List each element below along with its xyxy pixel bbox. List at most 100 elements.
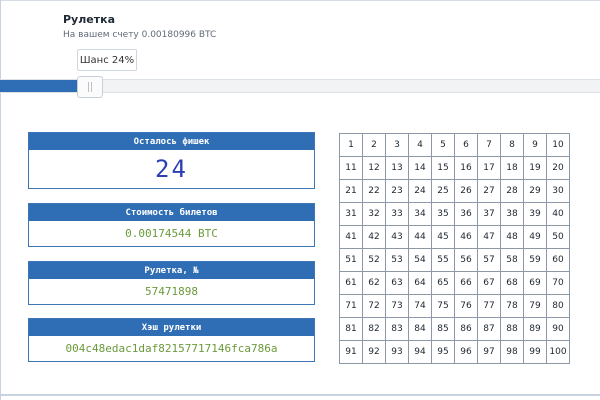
number-cell[interactable]: 4 bbox=[409, 134, 432, 157]
number-cell[interactable]: 98 bbox=[501, 341, 524, 364]
number-cell[interactable]: 79 bbox=[524, 295, 547, 318]
number-cell[interactable]: 26 bbox=[455, 180, 478, 203]
number-cell[interactable]: 73 bbox=[386, 295, 409, 318]
number-cell[interactable]: 96 bbox=[455, 341, 478, 364]
number-cell[interactable]: 33 bbox=[386, 203, 409, 226]
number-cell[interactable]: 25 bbox=[432, 180, 455, 203]
number-cell[interactable]: 5 bbox=[432, 134, 455, 157]
number-cell[interactable]: 10 bbox=[547, 134, 570, 157]
number-cell[interactable]: 95 bbox=[432, 341, 455, 364]
number-cell[interactable]: 59 bbox=[524, 249, 547, 272]
number-cell[interactable]: 62 bbox=[363, 272, 386, 295]
number-cell[interactable]: 64 bbox=[409, 272, 432, 295]
number-cell[interactable]: 49 bbox=[524, 226, 547, 249]
number-cell[interactable]: 68 bbox=[501, 272, 524, 295]
number-cell[interactable]: 51 bbox=[340, 249, 363, 272]
number-cell[interactable]: 100 bbox=[547, 341, 570, 364]
number-cell[interactable]: 13 bbox=[386, 157, 409, 180]
number-cell[interactable]: 9 bbox=[524, 134, 547, 157]
number-cell[interactable]: 45 bbox=[432, 226, 455, 249]
number-cell[interactable]: 86 bbox=[455, 318, 478, 341]
number-cell[interactable]: 92 bbox=[363, 341, 386, 364]
number-cell[interactable]: 67 bbox=[478, 272, 501, 295]
number-cell[interactable]: 91 bbox=[340, 341, 363, 364]
number-cell[interactable]: 65 bbox=[432, 272, 455, 295]
number-cell[interactable]: 93 bbox=[386, 341, 409, 364]
number-cell[interactable]: 23 bbox=[386, 180, 409, 203]
number-cell[interactable]: 17 bbox=[478, 157, 501, 180]
number-cell[interactable]: 97 bbox=[478, 341, 501, 364]
number-cell[interactable]: 34 bbox=[409, 203, 432, 226]
number-cell[interactable]: 12 bbox=[363, 157, 386, 180]
number-cell[interactable]: 90 bbox=[547, 318, 570, 341]
number-cell[interactable]: 54 bbox=[409, 249, 432, 272]
number-cell[interactable]: 32 bbox=[363, 203, 386, 226]
number-cell[interactable]: 94 bbox=[409, 341, 432, 364]
number-cell[interactable]: 50 bbox=[547, 226, 570, 249]
number-cell[interactable]: 57 bbox=[478, 249, 501, 272]
chance-slider-handle[interactable] bbox=[77, 76, 103, 98]
number-cell[interactable]: 35 bbox=[432, 203, 455, 226]
number-cell[interactable]: 42 bbox=[363, 226, 386, 249]
number-cell[interactable]: 77 bbox=[478, 295, 501, 318]
number-cell[interactable]: 85 bbox=[432, 318, 455, 341]
number-cell[interactable]: 74 bbox=[409, 295, 432, 318]
number-cell[interactable]: 11 bbox=[340, 157, 363, 180]
number-cell[interactable]: 61 bbox=[340, 272, 363, 295]
number-cell[interactable]: 20 bbox=[547, 157, 570, 180]
number-cell[interactable]: 81 bbox=[340, 318, 363, 341]
number-cell[interactable]: 63 bbox=[386, 272, 409, 295]
number-cell[interactable]: 27 bbox=[478, 180, 501, 203]
number-cell[interactable]: 47 bbox=[478, 226, 501, 249]
number-cell[interactable]: 70 bbox=[547, 272, 570, 295]
number-cell[interactable]: 66 bbox=[455, 272, 478, 295]
number-cell[interactable]: 80 bbox=[547, 295, 570, 318]
number-cell[interactable]: 3 bbox=[386, 134, 409, 157]
number-cell[interactable]: 1 bbox=[340, 134, 363, 157]
number-cell[interactable]: 16 bbox=[455, 157, 478, 180]
number-cell[interactable]: 7 bbox=[478, 134, 501, 157]
number-cell[interactable]: 39 bbox=[524, 203, 547, 226]
number-cell[interactable]: 14 bbox=[409, 157, 432, 180]
number-cell[interactable]: 15 bbox=[432, 157, 455, 180]
number-cell[interactable]: 58 bbox=[501, 249, 524, 272]
number-cell[interactable]: 72 bbox=[363, 295, 386, 318]
number-cell[interactable]: 71 bbox=[340, 295, 363, 318]
number-cell[interactable]: 56 bbox=[455, 249, 478, 272]
number-cell[interactable]: 36 bbox=[455, 203, 478, 226]
number-cell[interactable]: 60 bbox=[547, 249, 570, 272]
number-cell[interactable]: 6 bbox=[455, 134, 478, 157]
number-cell[interactable]: 40 bbox=[547, 203, 570, 226]
number-cell[interactable]: 2 bbox=[363, 134, 386, 157]
number-cell[interactable]: 99 bbox=[524, 341, 547, 364]
number-cell[interactable]: 30 bbox=[547, 180, 570, 203]
number-cell[interactable]: 83 bbox=[386, 318, 409, 341]
number-cell[interactable]: 52 bbox=[363, 249, 386, 272]
number-cell[interactable]: 38 bbox=[501, 203, 524, 226]
number-cell[interactable]: 84 bbox=[409, 318, 432, 341]
number-cell[interactable]: 78 bbox=[501, 295, 524, 318]
number-cell[interactable]: 31 bbox=[340, 203, 363, 226]
number-cell[interactable]: 53 bbox=[386, 249, 409, 272]
number-cell[interactable]: 37 bbox=[478, 203, 501, 226]
number-cell[interactable]: 44 bbox=[409, 226, 432, 249]
number-cell[interactable]: 41 bbox=[340, 226, 363, 249]
number-cell[interactable]: 19 bbox=[524, 157, 547, 180]
number-cell[interactable]: 46 bbox=[455, 226, 478, 249]
number-cell[interactable]: 88 bbox=[501, 318, 524, 341]
number-cell[interactable]: 76 bbox=[455, 295, 478, 318]
number-cell[interactable]: 75 bbox=[432, 295, 455, 318]
number-cell[interactable]: 69 bbox=[524, 272, 547, 295]
number-cell[interactable]: 24 bbox=[409, 180, 432, 203]
number-cell[interactable]: 89 bbox=[524, 318, 547, 341]
number-cell[interactable]: 87 bbox=[478, 318, 501, 341]
number-cell[interactable]: 18 bbox=[501, 157, 524, 180]
number-cell[interactable]: 82 bbox=[363, 318, 386, 341]
number-cell[interactable]: 43 bbox=[386, 226, 409, 249]
number-cell[interactable]: 21 bbox=[340, 180, 363, 203]
number-cell[interactable]: 22 bbox=[363, 180, 386, 203]
number-cell[interactable]: 55 bbox=[432, 249, 455, 272]
number-cell[interactable]: 8 bbox=[501, 134, 524, 157]
number-cell[interactable]: 48 bbox=[501, 226, 524, 249]
number-cell[interactable]: 28 bbox=[501, 180, 524, 203]
